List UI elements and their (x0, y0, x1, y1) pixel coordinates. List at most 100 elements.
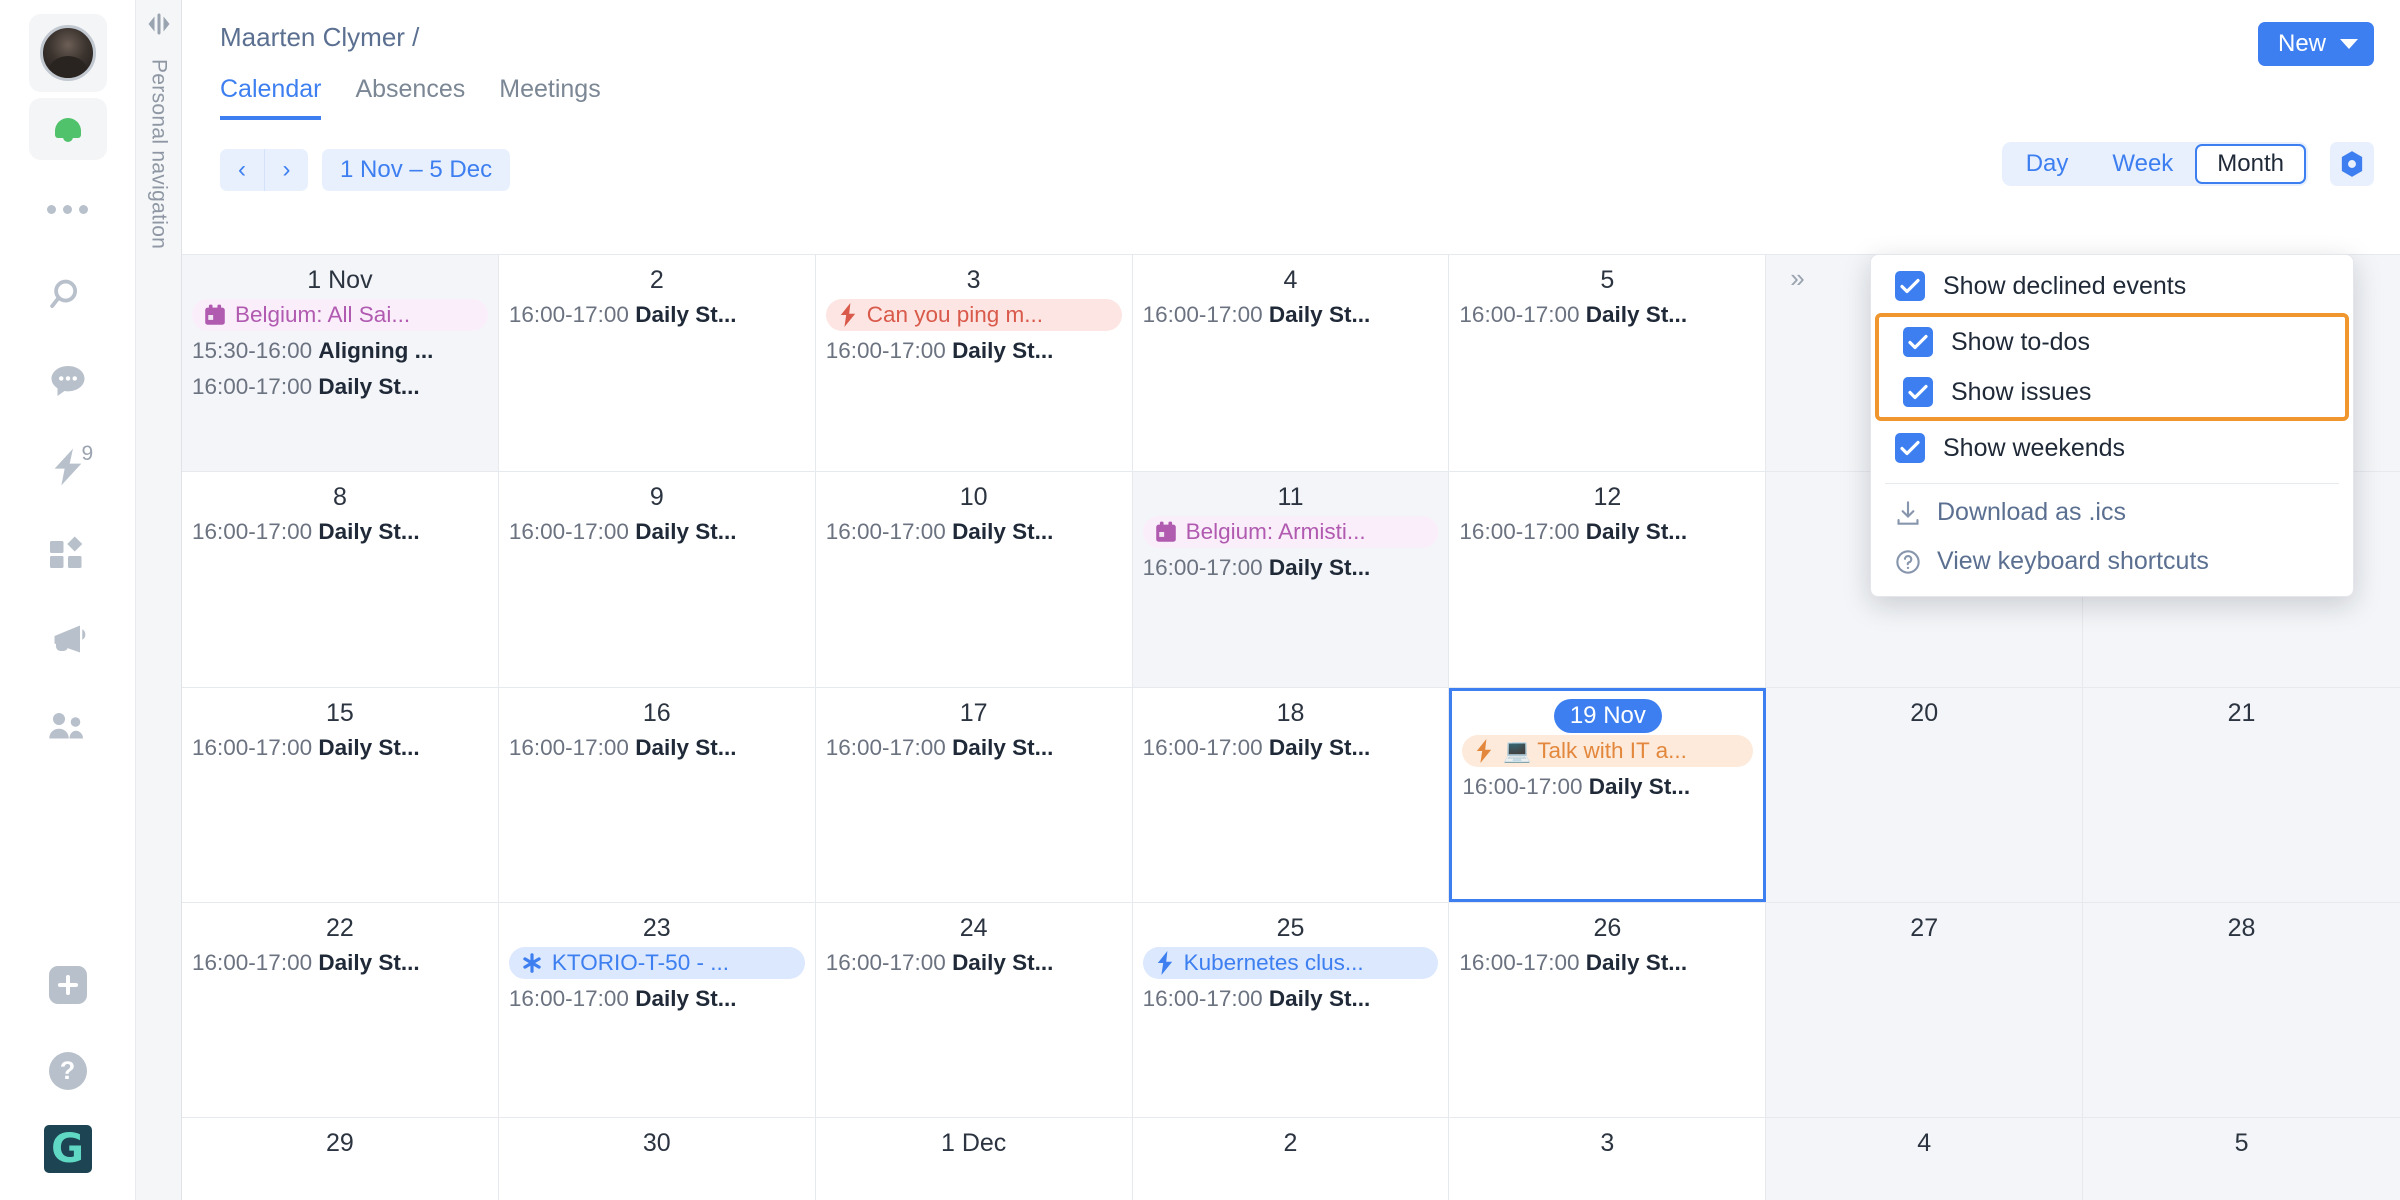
day-number-wrap: 10 (826, 480, 1122, 514)
day-number-wrap: 21 (2093, 696, 2390, 730)
calendar-event-item[interactable]: 16:00-17:00 Daily St... (192, 945, 488, 981)
calendar-event-item[interactable]: 16:00-17:00 Daily St... (509, 297, 805, 333)
help-icon[interactable]: ? (0, 1028, 136, 1114)
calendar-day-cell[interactable]: 19 Nov 💻 Talk with IT a... 16:00-17:00 Dai… (1449, 688, 1767, 902)
date-range-button[interactable]: 1 Nov – 5 Dec (322, 149, 511, 191)
megaphone-icon[interactable] (0, 596, 136, 682)
calendar-day-cell[interactable]: 2 (1132, 1118, 1450, 1200)
calendar-day-cell[interactable]: 2 16:00-17:00 Daily St... (498, 255, 816, 471)
calendar-event-item[interactable]: 16:00-17:00 Daily St... (1459, 945, 1755, 981)
calendar-day-cell[interactable]: 1 Nov Belgium: All Sai... 15:30-16:00 Alig… (182, 255, 499, 471)
calendar-day-cell[interactable]: 11 Belgium: Armisti... 16:00-17:00 Daily S… (1132, 472, 1450, 687)
menu-item-download-ics[interactable]: Download as .ics (1871, 488, 2353, 537)
avatar (39, 25, 96, 81)
view-week-button[interactable]: Week (2090, 144, 2195, 184)
calendar-event-item[interactable]: 16:00-17:00 Daily St... (192, 369, 488, 405)
add-icon[interactable] (0, 942, 136, 1028)
checkbox-checked-icon[interactable] (1895, 433, 1925, 463)
calendar-day-cell[interactable]: 25 Kubernetes clus... 16:00-17:00 Daily St… (1132, 903, 1450, 1117)
calendar-day-cell[interactable]: 15 16:00-17:00 Daily St... (182, 688, 499, 902)
calendar-event-item[interactable]: 15:30-16:00 Aligning ... (192, 333, 488, 369)
checkbox-checked-icon[interactable] (1903, 327, 1933, 357)
calendar-day-cell[interactable]: 16 16:00-17:00 Daily St... (498, 688, 816, 902)
tab-meetings[interactable]: Meetings (499, 75, 600, 120)
calendar-event-item[interactable]: 16:00-17:00 Daily St... (1459, 297, 1755, 333)
calendar-day-cell[interactable]: 23 KTORIO-T-50 - ... 16:00-17:00 Daily St.… (498, 903, 816, 1117)
app-logo[interactable]: G (0, 1114, 136, 1184)
rail-bottom: ? G (0, 942, 135, 1200)
calendar-event-item[interactable]: 16:00-17:00 Daily St... (826, 945, 1122, 981)
chat-icon[interactable] (0, 338, 136, 424)
more-dots-icon[interactable] (0, 166, 136, 252)
tab-calendar[interactable]: Calendar (220, 75, 322, 120)
calendar-event-item[interactable]: 16:00-17:00 Daily St... (1459, 514, 1755, 550)
event-time: 16:00-17:00 (1459, 302, 1586, 327)
calendar-day-cell[interactable]: 18 16:00-17:00 Daily St... (1132, 688, 1450, 902)
calendar-day-cell[interactable]: 20 (1766, 688, 2084, 902)
calendar-event-item[interactable]: 16:00-17:00 Daily St... (1143, 981, 1439, 1017)
apps-icon[interactable] (0, 510, 136, 596)
calendar-event-chip[interactable]: Can you ping m... (825, 299, 1122, 331)
calendar-settings-button[interactable] (2330, 142, 2374, 186)
calendar-day-cell[interactable]: 5 (2083, 1118, 2400, 1200)
checkbox-checked-icon[interactable] (1895, 271, 1925, 301)
team-icon[interactable] (0, 682, 136, 768)
calendar-day-cell[interactable]: 12 16:00-17:00 Daily St... (1449, 472, 1767, 687)
event-name: Daily St... (318, 950, 420, 975)
calendar-day-cell[interactable]: 4 (1766, 1118, 2084, 1200)
calendar-event-item[interactable]: 16:00-17:00 Daily St... (192, 730, 488, 766)
calendar-event-item[interactable]: 16:00-17:00 Daily St... (509, 514, 805, 550)
notifications-button[interactable] (0, 92, 136, 166)
checkbox-checked-icon[interactable] (1903, 377, 1933, 407)
calendar-day-cell[interactable]: 27 (1766, 903, 2084, 1117)
calendar-event-item[interactable]: 16:00-17:00 Daily St... (1143, 550, 1439, 586)
personal-navigation-strip[interactable]: Personal navigation (136, 0, 182, 1200)
menu-item-show-weekends[interactable]: Show weekends (1871, 423, 2353, 473)
calendar-day-cell[interactable]: 17 16:00-17:00 Daily St... (815, 688, 1133, 902)
avatar-button[interactable] (28, 14, 107, 92)
bolt-icon[interactable]: 9 (0, 424, 136, 510)
menu-item-show-issues[interactable]: Show issues (1879, 367, 2345, 417)
calendar-event-item[interactable]: 16:00-17:00 Daily St... (1143, 730, 1439, 766)
new-button[interactable]: New (2257, 22, 2374, 66)
calendar-event-item[interactable]: 16:00-17:00 Daily St... (1462, 769, 1753, 805)
calendar-day-cell[interactable]: 22 16:00-17:00 Daily St... (182, 903, 499, 1117)
calendar-event-item[interactable]: 16:00-17:00 Daily St... (509, 981, 805, 1017)
calendar-event-item[interactable]: 16:00-17:00 Daily St... (826, 730, 1122, 766)
calendar-event-chip[interactable]: Kubernetes clus... (1142, 947, 1439, 979)
calendar-day-cell[interactable]: 30 (498, 1118, 816, 1200)
menu-item-keyboard-shortcuts[interactable]: View keyboard shortcuts (1871, 537, 2353, 586)
calendar-day-cell[interactable]: 5 16:00-17:00 Daily St... (1449, 255, 1767, 471)
calendar-event-item[interactable]: 16:00-17:00 Daily St... (1143, 297, 1439, 333)
calendar-event-chip[interactable]: KTORIO-T-50 - ... (508, 947, 805, 979)
calendar-day-cell[interactable]: 9 16:00-17:00 Daily St... (498, 472, 816, 687)
calendar-event-item[interactable]: 16:00-17:00 Daily St... (826, 514, 1122, 550)
calendar-day-cell[interactable]: 8 16:00-17:00 Daily St... (182, 472, 499, 687)
menu-item-show-declined-events[interactable]: Show declined events (1871, 261, 2353, 311)
next-period-button[interactable]: › (264, 149, 308, 191)
calendar-day-cell[interactable]: 28 (2083, 903, 2400, 1117)
calendar-day-cell[interactable]: 24 16:00-17:00 Daily St... (815, 903, 1133, 1117)
view-month-button[interactable]: Month (2195, 144, 2306, 184)
prev-period-button[interactable]: ‹ (220, 149, 264, 191)
calendar-day-cell[interactable]: 21 (2083, 688, 2400, 902)
calendar-event-item[interactable]: 16:00-17:00 Daily St... (192, 514, 488, 550)
calendar-day-cell[interactable]: 10 16:00-17:00 Daily St... (815, 472, 1133, 687)
calendar-event-item[interactable]: 16:00-17:00 Daily St... (509, 730, 805, 766)
calendar-day-cell[interactable]: 29 (182, 1118, 499, 1200)
calendar-day-cell[interactable]: 26 16:00-17:00 Daily St... (1449, 903, 1767, 1117)
calendar-event-chip[interactable]: Belgium: All Sai... (192, 299, 488, 331)
calendar-event-item[interactable]: 16:00-17:00 Daily St... (826, 333, 1122, 369)
tab-absences[interactable]: Absences (355, 75, 465, 120)
menu-item-show-to-dos[interactable]: Show to-dos (1879, 317, 2345, 367)
collapse-handle-icon[interactable] (144, 12, 174, 41)
calendar-day-cell[interactable]: 3 Can you ping m... 16:00-17:00 Daily St..… (815, 255, 1133, 471)
view-day-button[interactable]: Day (2004, 144, 2091, 184)
calendar-day-cell[interactable]: 3 (1449, 1118, 1767, 1200)
day-number: 29 (326, 1129, 354, 1157)
search-icon[interactable] (0, 252, 136, 338)
calendar-day-cell[interactable]: 4 16:00-17:00 Daily St... (1132, 255, 1450, 471)
calendar-day-cell[interactable]: 1 Dec (815, 1118, 1133, 1200)
calendar-event-chip[interactable]: 💻 Talk with IT a... (1462, 735, 1754, 767)
calendar-event-chip[interactable]: Belgium: Armisti... (1142, 516, 1439, 548)
